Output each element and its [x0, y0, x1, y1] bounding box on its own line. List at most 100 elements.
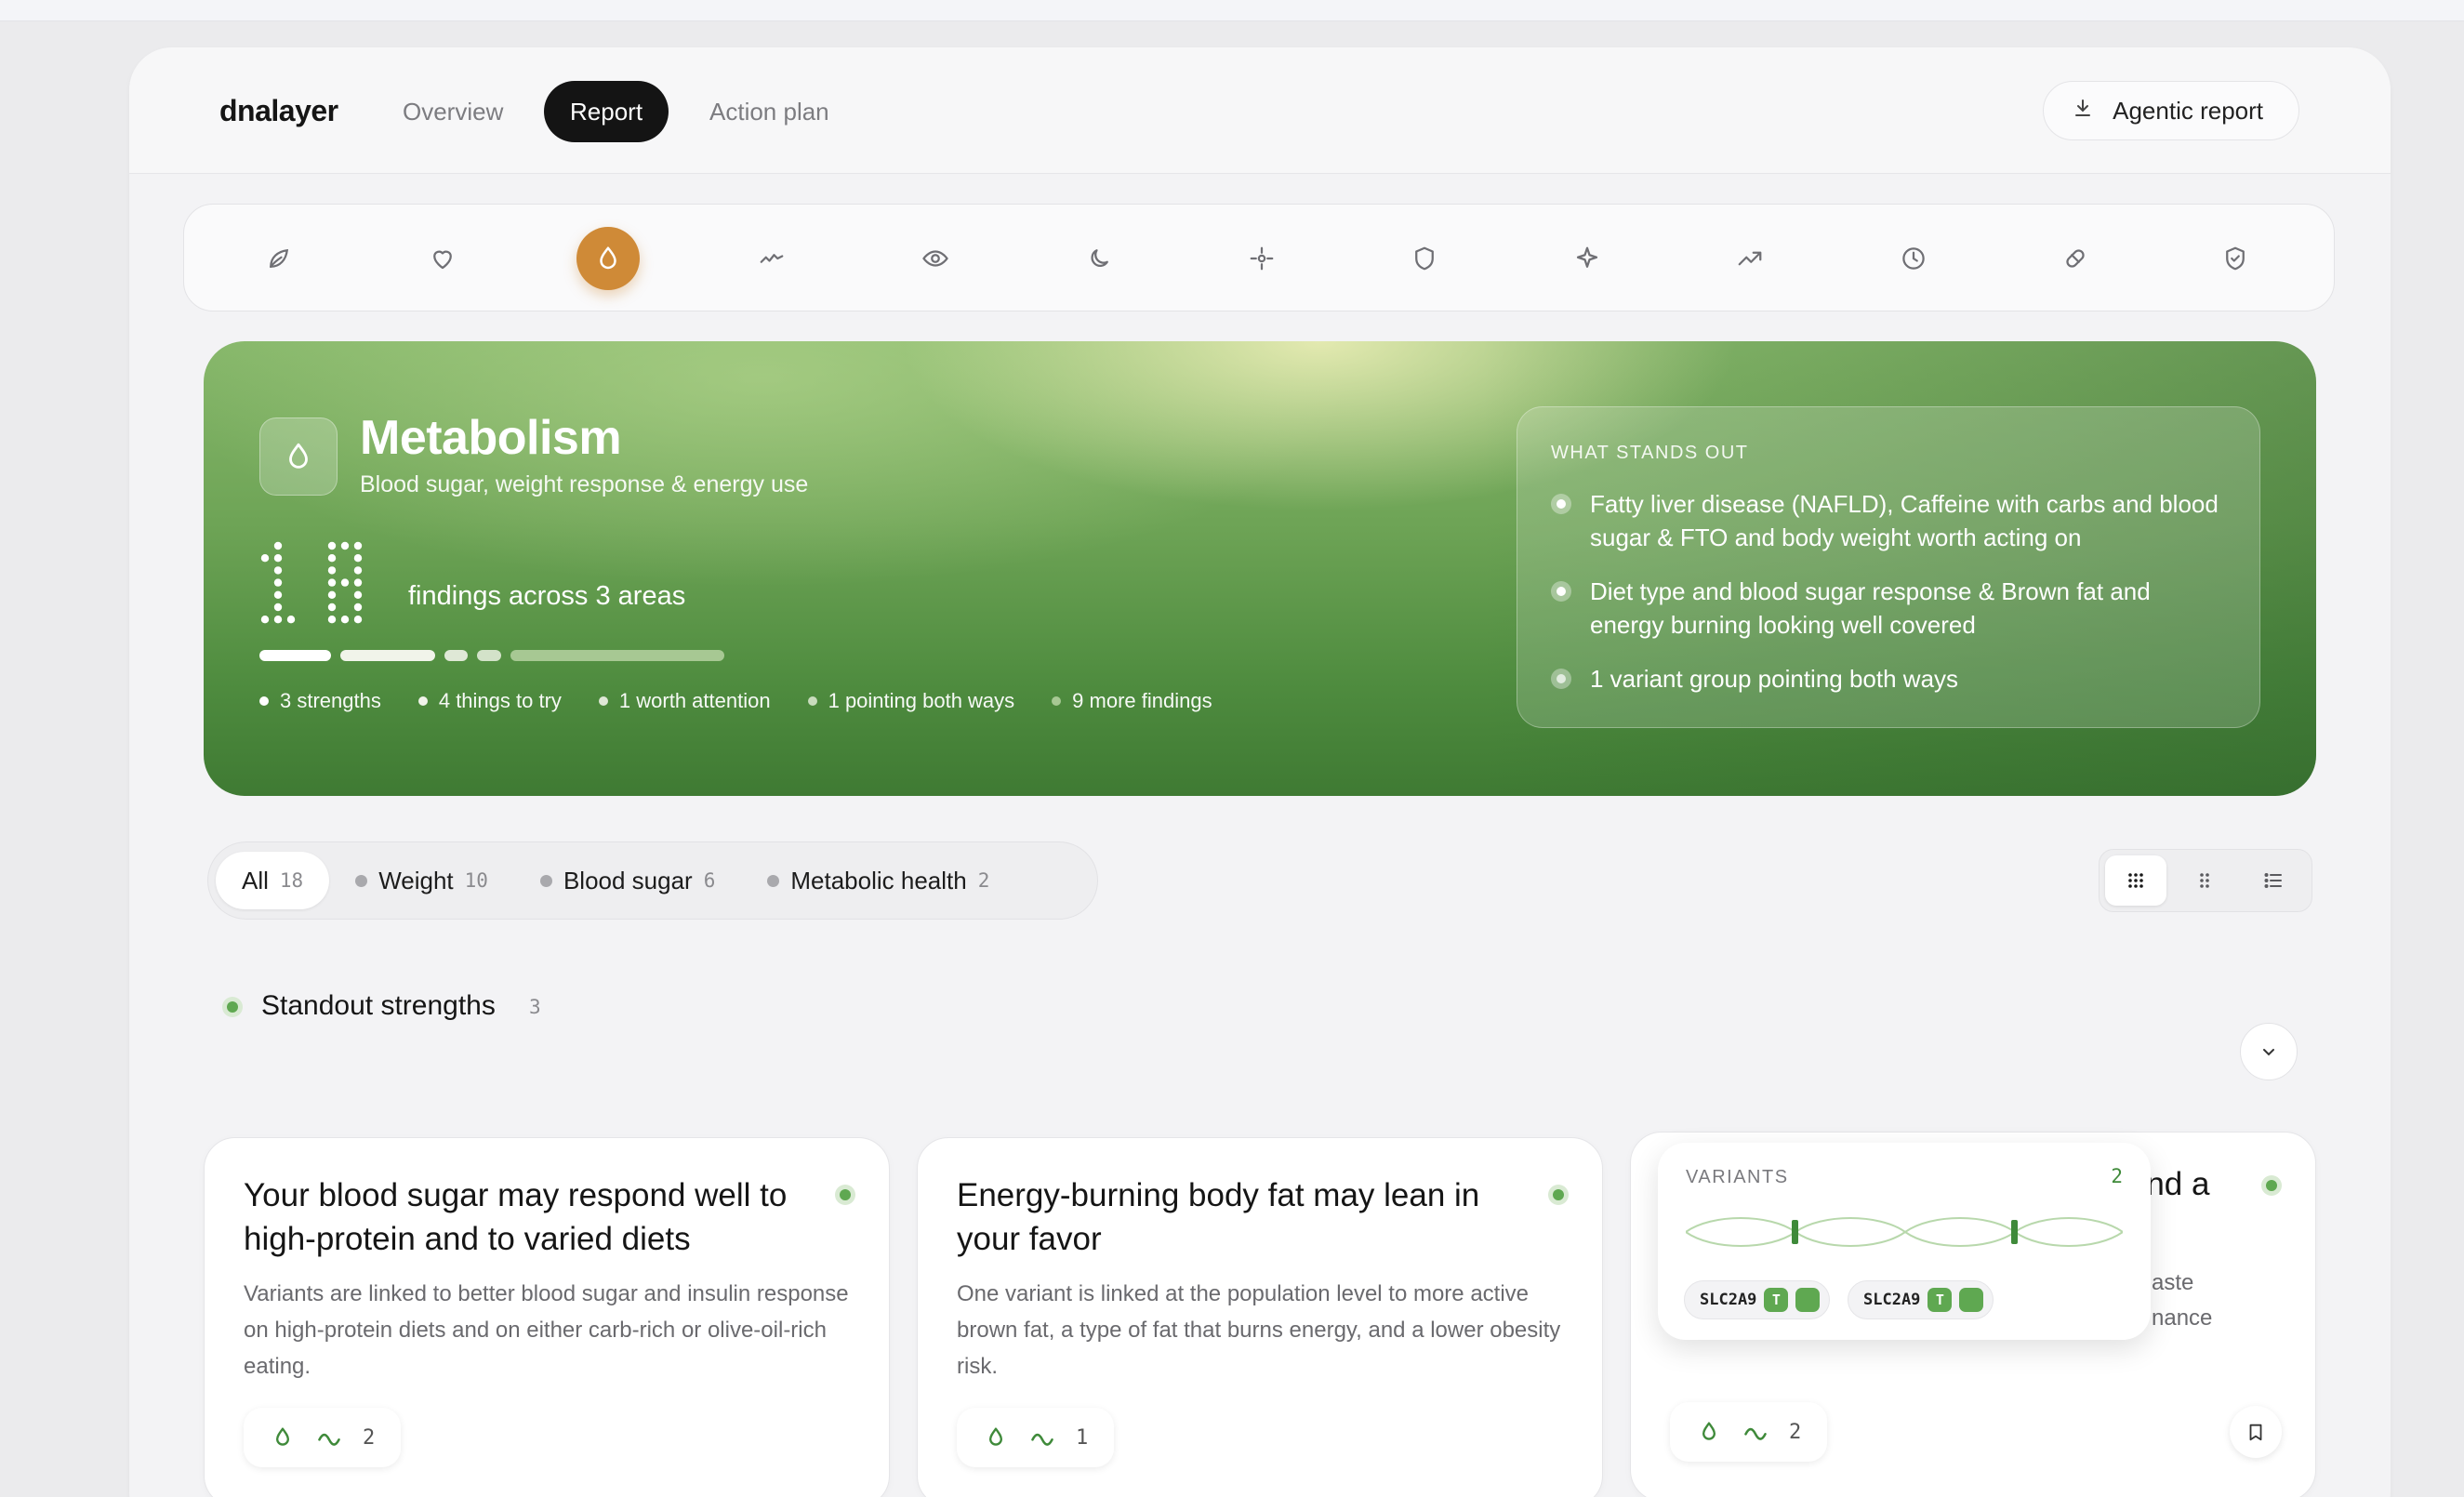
strength-dot [1548, 1185, 1569, 1205]
standout-heading: WHAT STANDS OUT [1551, 443, 1749, 463]
digit-dot [327, 616, 337, 624]
variant-count: 2 [1789, 1420, 1802, 1444]
variant-chip[interactable]: SLC2A9 T [1684, 1280, 1831, 1319]
wave-icon [318, 1433, 340, 1446]
collapse-section-button[interactable] [2240, 1023, 2298, 1080]
gene-name: SLC2A9 [1863, 1291, 1921, 1309]
filter-blood-sugar[interactable]: Blood sugar 6 [514, 852, 741, 909]
filter-label: Blood sugar [563, 866, 693, 894]
filter-count: 10 [464, 869, 488, 892]
drop-icon [989, 1427, 1002, 1446]
dot-icon [539, 874, 552, 887]
digit-dot [353, 616, 363, 624]
clock-icon[interactable] [1882, 227, 1945, 290]
variant-count: 2 [363, 1425, 376, 1450]
variant-chip[interactable]: SLC2A9 T [1848, 1280, 1994, 1319]
dot-icon [767, 874, 780, 887]
digit-dot [353, 554, 363, 563]
digit-dot [353, 603, 363, 612]
legend-item[interactable]: 9 more findings [1052, 689, 1212, 713]
heart-icon[interactable] [411, 227, 474, 290]
findings-progress-bar [259, 650, 724, 661]
filter-label: All [242, 866, 269, 894]
shield-check-icon[interactable] [2204, 227, 2267, 290]
gene-name: SLC2A9 [1700, 1291, 1757, 1309]
dots-grid-icon[interactable] [2174, 855, 2235, 906]
digit-dot [327, 566, 337, 575]
agentic-report-label: Agentic report [2113, 96, 2263, 125]
filter-all[interactable]: All 18 [216, 852, 330, 909]
wave-icon [1031, 1433, 1053, 1446]
moon-icon[interactable] [1067, 227, 1131, 290]
filter-weight[interactable]: Weight 10 [329, 852, 514, 909]
digit-dot [353, 578, 363, 587]
filter-count: 18 [279, 869, 304, 892]
finding-card[interactable]: Your blood sugar may respond well to hig… [204, 1137, 890, 1497]
finding-card[interactable]: Energy-burning body fat may lean in your… [917, 1137, 1603, 1497]
browser-top-strip [0, 0, 2464, 21]
sparkle-icon[interactable] [1556, 227, 1619, 290]
digit-dot [273, 554, 283, 563]
legend-item[interactable]: 1 pointing both ways [807, 689, 1014, 713]
standout-item-text: Fatty liver disease (NAFLD), Caffeine wi… [1590, 490, 2219, 551]
agentic-report-button[interactable]: Agentic report [2043, 81, 2299, 140]
digit-dot [340, 616, 350, 624]
bullet-icon [1551, 669, 1571, 689]
variants-count: 2 [2111, 1165, 2123, 1187]
tab-action-plan[interactable]: Action plan [683, 81, 855, 142]
standout-item-text: Diet type and blood sugar response & Bro… [1590, 577, 2151, 639]
metabolism-hero: Metabolism Blood sugar, weight response … [204, 341, 2316, 796]
digit-dot [260, 554, 270, 563]
variant-summary[interactable]: 2 [244, 1408, 402, 1467]
wave-icon [1744, 1427, 1767, 1440]
variant-count: 1 [1076, 1425, 1089, 1450]
legend-dot-icon [807, 696, 817, 706]
category-rail [183, 204, 2335, 311]
list-icon[interactable] [2243, 855, 2304, 906]
tab-overview[interactable]: Overview [377, 81, 529, 142]
legend-label: 1 worth attention [618, 689, 771, 712]
legend-item[interactable]: 1 worth attention [598, 689, 771, 713]
download-icon [2072, 97, 2094, 126]
legend-item[interactable]: 4 things to try [417, 689, 562, 713]
filter-metabolic-health[interactable]: Metabolic health 2 [741, 852, 1015, 909]
digit-dot [286, 616, 296, 624]
leaf-icon[interactable] [247, 227, 311, 290]
activity-icon[interactable] [740, 227, 803, 290]
legend-dot-icon [1052, 696, 1062, 706]
progress-segment [477, 650, 502, 661]
pill-icon[interactable] [2044, 227, 2107, 290]
digit-dot [353, 541, 363, 550]
digit-dot [273, 603, 283, 612]
legend-label: 9 more findings [1072, 689, 1212, 712]
allele-badge: T [1927, 1288, 1953, 1312]
shield-icon[interactable] [1393, 227, 1456, 290]
legend-dot-icon [598, 696, 608, 706]
eye-icon[interactable] [904, 227, 967, 290]
digit-dot [327, 603, 337, 612]
view-toggle [2099, 849, 2312, 912]
variant-summary[interactable]: 1 [957, 1408, 1115, 1467]
bookmark-icon [2249, 1424, 2262, 1441]
allele-badge [1795, 1288, 1821, 1312]
tab-report[interactable]: Report [544, 81, 669, 142]
target-icon[interactable] [1230, 227, 1293, 290]
grid-icon[interactable] [2105, 855, 2166, 906]
bookmark-button[interactable] [2230, 1406, 2282, 1458]
status-dot [222, 997, 243, 1017]
drop-icon[interactable] [576, 227, 640, 290]
legend-item[interactable]: 3 strengths [259, 689, 381, 713]
brand-logo[interactable]: dnalayer [219, 94, 338, 128]
filter-label: Metabolic health [790, 866, 967, 894]
drop-icon [259, 417, 338, 496]
trend-up-icon[interactable] [1718, 227, 1782, 290]
card-title: Your blood sugar may respond well to hig… [244, 1177, 788, 1257]
what-stands-out-panel: WHAT STANDS OUT Fatty liver disease (NAF… [1517, 406, 2260, 728]
allele-badge [1959, 1288, 1984, 1312]
standout-item: 1 variant group pointing both ways [1551, 662, 2220, 696]
progress-segment [510, 650, 724, 661]
digit-dot [260, 616, 270, 624]
page-subtitle: Blood sugar, weight response & energy us… [360, 471, 809, 497]
variant-summary[interactable]: 2 [1670, 1402, 1828, 1462]
standout-item: Fatty liver disease (NAFLD), Caffeine wi… [1551, 487, 2220, 554]
